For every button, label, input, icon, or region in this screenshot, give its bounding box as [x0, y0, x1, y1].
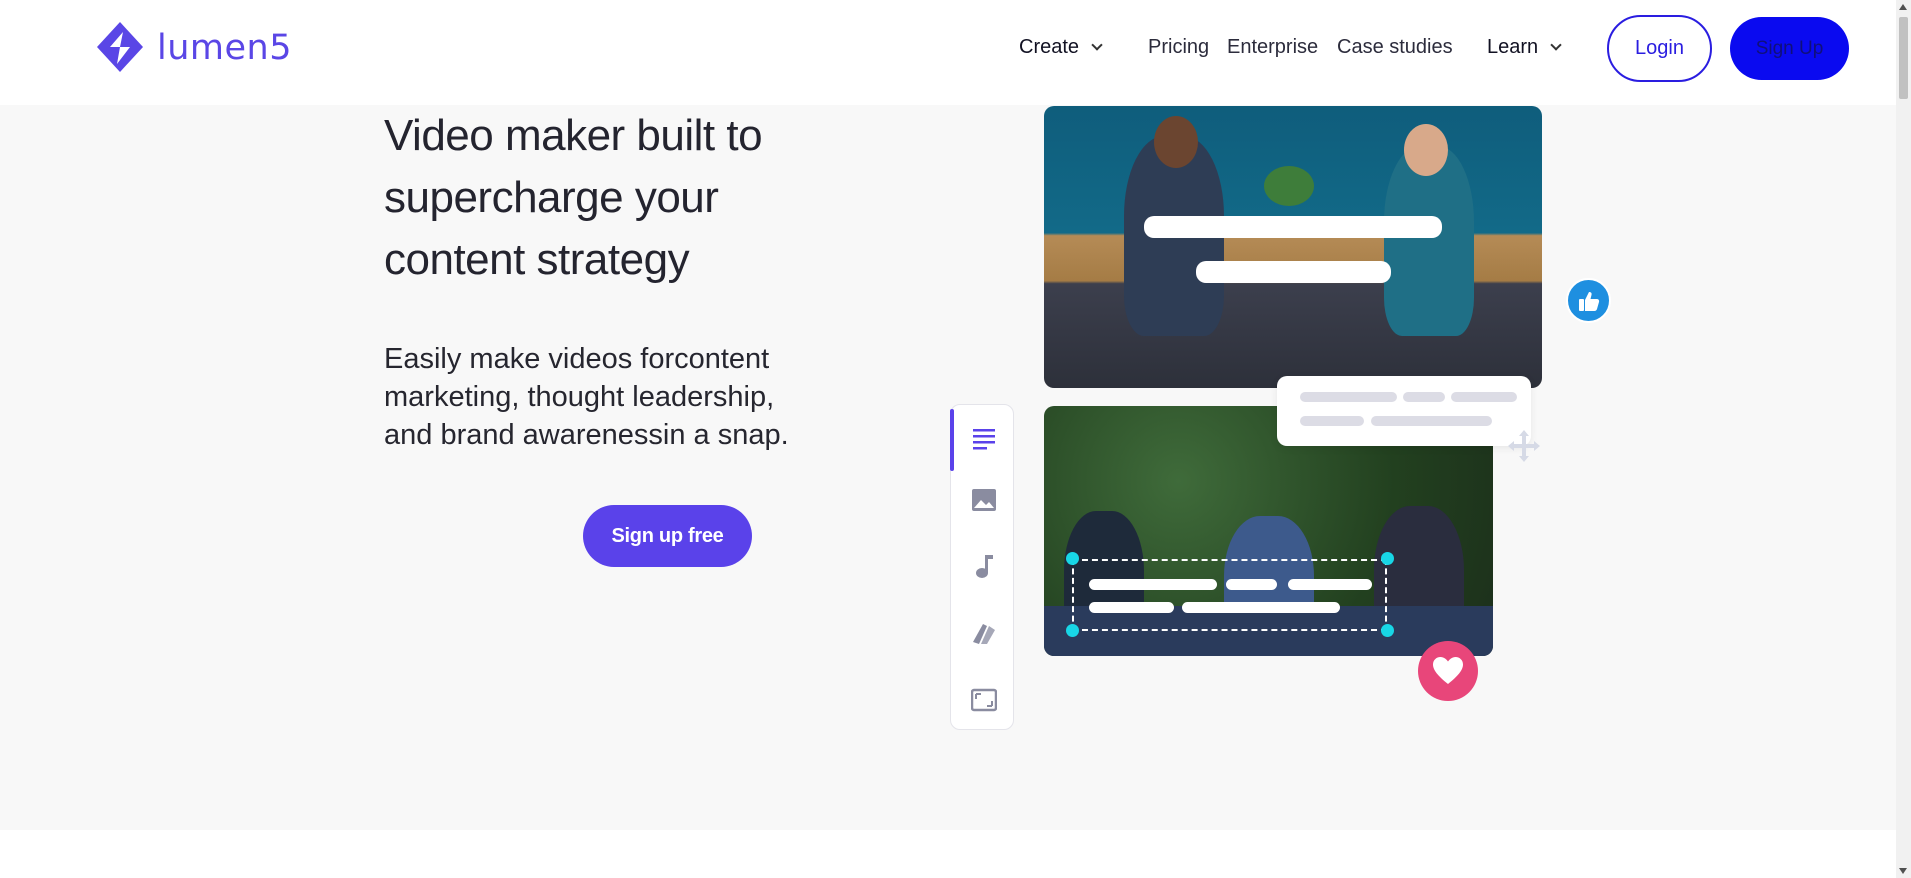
- nav-create[interactable]: Create: [1019, 36, 1103, 59]
- person-head: [1154, 116, 1198, 168]
- illustration-photo-meeting: [1044, 106, 1542, 388]
- brand-name: lumen5: [157, 28, 292, 68]
- move-arrows-icon[interactable]: [1506, 428, 1542, 464]
- selection-box[interactable]: [1072, 559, 1387, 631]
- placeholder-bar: [1451, 392, 1517, 402]
- page-scrollbar[interactable]: [1896, 0, 1911, 878]
- nav-create-label: Create: [1019, 36, 1080, 58]
- placeholder-bar: [1300, 416, 1364, 426]
- image-icon[interactable]: [971, 487, 997, 513]
- chevron-down-icon: [1550, 39, 1562, 51]
- placeholder-bar: [1403, 392, 1445, 402]
- resize-handle[interactable]: [1381, 624, 1394, 637]
- hero-title: Video maker built to supercharge your co…: [384, 111, 763, 284]
- editor-tool-panel: [950, 404, 1014, 730]
- person-head: [1404, 124, 1448, 176]
- resize-handle[interactable]: [1066, 624, 1079, 637]
- site-header: lumen5 Create Pricing Enterprise Case st…: [0, 0, 1911, 105]
- lumen5-logo[interactable]: lumen5: [93, 20, 292, 76]
- scroll-up-arrow-icon[interactable]: [1899, 4, 1907, 10]
- nav-learn-label: Learn: [1487, 36, 1539, 58]
- color-swatch-icon[interactable]: [971, 620, 997, 646]
- nav-case-studies[interactable]: Case studies: [1337, 36, 1453, 59]
- login-button[interactable]: Login: [1607, 15, 1712, 82]
- chevron-down-icon: [1091, 39, 1103, 51]
- love-badge: [1418, 641, 1478, 701]
- scroll-down-arrow-icon[interactable]: [1899, 868, 1907, 874]
- nav-enterprise[interactable]: Enterprise: [1227, 36, 1318, 59]
- resize-handle[interactable]: [1381, 552, 1394, 565]
- text-style-card[interactable]: [1277, 376, 1531, 446]
- active-tool-indicator: [950, 409, 954, 471]
- aspect-ratio-icon[interactable]: [971, 687, 997, 713]
- signup-button[interactable]: Sign Up: [1730, 17, 1849, 80]
- placeholder-bar: [1371, 416, 1492, 426]
- caption-bar: [1144, 216, 1442, 238]
- hero-subtitle: Easily make videos forcontent marketing,…: [384, 343, 789, 451]
- music-note-icon[interactable]: [971, 553, 997, 579]
- caption-bar: [1196, 261, 1391, 283]
- thumbs-up-icon: [1579, 292, 1600, 311]
- plant: [1264, 166, 1314, 206]
- sign-up-free-button[interactable]: Sign up free: [583, 505, 752, 567]
- nav-pricing[interactable]: Pricing: [1148, 36, 1209, 59]
- scroll-thumb[interactable]: [1899, 17, 1908, 99]
- next-section-band: [0, 830, 1896, 878]
- placeholder-bar: [1300, 392, 1397, 402]
- nav-learn[interactable]: Learn: [1487, 36, 1562, 59]
- resize-handle[interactable]: [1066, 552, 1079, 565]
- like-badge: [1566, 278, 1611, 323]
- text-lines-icon[interactable]: [971, 425, 997, 451]
- heart-icon: [1433, 657, 1463, 684]
- lumen5-logo-icon: [97, 22, 143, 72]
